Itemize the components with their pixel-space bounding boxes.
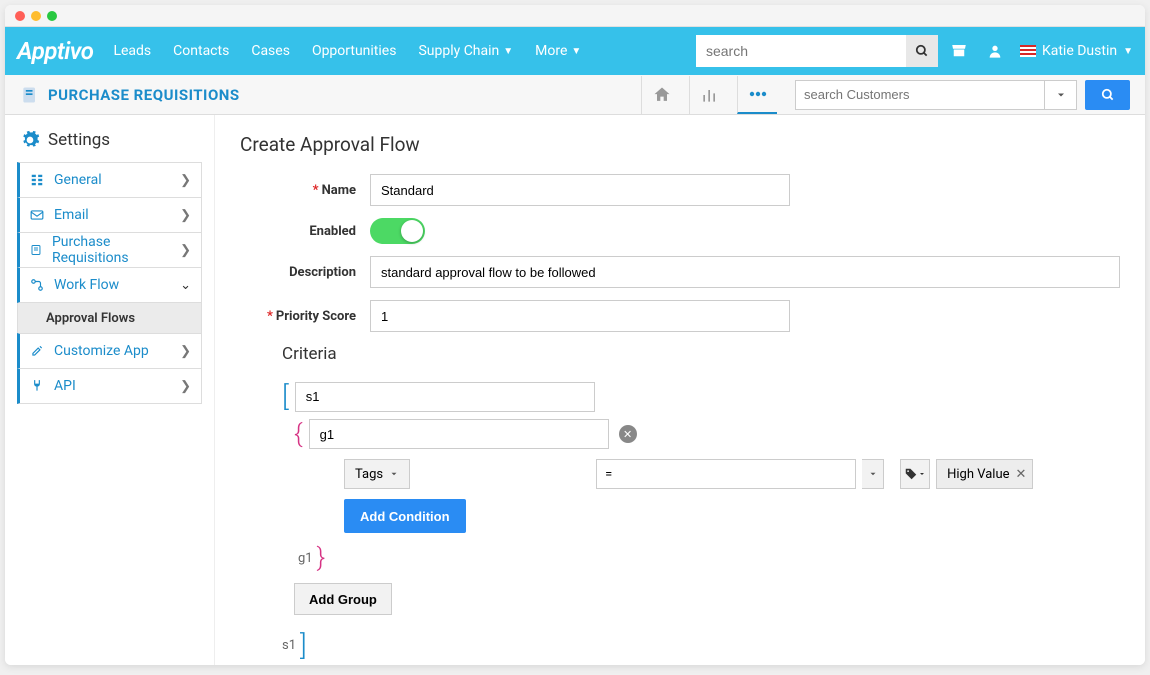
- user-flag-icon: [1020, 45, 1036, 57]
- remove-tag-button[interactable]: ✕: [1016, 467, 1027, 482]
- tag-picker-button[interactable]: [900, 459, 930, 489]
- caret-down-icon: [868, 469, 878, 479]
- chevron-right-icon: ❯: [180, 208, 191, 223]
- criteria-title: Criteria: [282, 344, 1120, 364]
- nav-cases[interactable]: Cases: [251, 43, 290, 59]
- window-close-dot[interactable]: [15, 11, 25, 21]
- name-label: *Name: [240, 183, 370, 198]
- sidebar-title: Settings: [17, 130, 202, 150]
- chevron-down-icon: [1055, 89, 1067, 101]
- app-logo[interactable]: Apptivo: [17, 37, 93, 65]
- brace-close-icon: }: [317, 543, 326, 573]
- sidebar-item-api[interactable]: API❯: [17, 368, 202, 404]
- caret-down-icon: ▼: [503, 46, 513, 57]
- tools-icon: [30, 344, 44, 358]
- sidebar-subitem-approval-flows[interactable]: Approval Flows: [17, 302, 202, 334]
- add-condition-button[interactable]: Add Condition: [344, 499, 466, 533]
- window-min-dot[interactable]: [31, 11, 41, 21]
- plug-icon: [30, 379, 44, 393]
- remove-group-button[interactable]: ✕: [619, 425, 637, 443]
- bracket-open-icon: [: [282, 380, 289, 413]
- add-group-button[interactable]: Add Group: [294, 583, 392, 615]
- sidebar-item-purchase-requisitions[interactable]: Purchase Requisitions❯: [17, 232, 202, 268]
- browser-titlebar: [5, 5, 1145, 27]
- nav-more[interactable]: More▼: [535, 43, 581, 59]
- caret-down-icon: [389, 469, 399, 479]
- tag-chip: High Value ✕: [936, 459, 1033, 489]
- enabled-toggle[interactable]: [370, 218, 425, 244]
- home-icon-button[interactable]: [641, 76, 681, 114]
- caret-down-icon: [918, 470, 926, 478]
- search-icon: [915, 44, 929, 58]
- global-search-input[interactable]: [696, 35, 906, 67]
- top-nav: Apptivo Leads Contacts Cases Opportuniti…: [5, 27, 1145, 75]
- sidebar: Settings General❯ Email❯ Purchase Requis…: [5, 115, 214, 665]
- description-label: Description: [240, 265, 370, 280]
- page-title: Create Approval Flow: [240, 133, 1120, 156]
- condition-operator-select[interactable]: =: [596, 459, 856, 489]
- content: Create Approval Flow *Name Enabled Descr…: [214, 115, 1145, 665]
- chart-icon-button[interactable]: [689, 76, 729, 114]
- caret-down-icon: ▼: [571, 46, 581, 57]
- mail-icon: [30, 208, 44, 222]
- customer-search-button[interactable]: [1085, 80, 1130, 110]
- module-icon: [20, 85, 40, 105]
- nav-opportunities[interactable]: Opportunities: [312, 43, 397, 59]
- gear-icon: [20, 130, 40, 150]
- store-icon[interactable]: [948, 40, 970, 62]
- enabled-label: Enabled: [240, 224, 370, 239]
- sidebar-item-general[interactable]: General❯: [17, 162, 202, 198]
- set-name-input[interactable]: [295, 382, 595, 412]
- grid-icon: [30, 173, 44, 187]
- chevron-right-icon: ❯: [180, 243, 191, 258]
- caret-down-icon: ▼: [1123, 46, 1133, 57]
- customer-search-input[interactable]: [795, 80, 1045, 110]
- global-search-button[interactable]: [906, 35, 938, 67]
- chevron-right-icon: ❯: [180, 344, 191, 359]
- priority-score-label: *Priority Score: [240, 309, 370, 324]
- bar-chart-icon: [700, 85, 720, 105]
- description-input[interactable]: [370, 256, 1120, 288]
- chevron-right-icon: ❯: [180, 379, 191, 394]
- group-close-label: g1}: [298, 543, 1120, 573]
- brace-open-icon: {: [294, 419, 303, 449]
- window-max-dot[interactable]: [47, 11, 57, 21]
- tag-icon: [904, 467, 918, 481]
- user-profile-icon[interactable]: [984, 40, 1006, 62]
- bracket-close-icon: ]: [300, 629, 307, 662]
- chevron-right-icon: ❯: [180, 173, 191, 188]
- doc-icon: [30, 243, 42, 257]
- home-icon: [652, 85, 672, 105]
- workflow-icon: [30, 278, 44, 292]
- sidebar-item-work-flow[interactable]: Work Flow⌄: [17, 267, 202, 303]
- operator-dropdown-toggle[interactable]: [862, 459, 884, 489]
- module-title: PURCHASE REQUISITIONS: [48, 86, 240, 104]
- sub-nav: PURCHASE REQUISITIONS: [5, 75, 1145, 115]
- nav-supply-chain[interactable]: Supply Chain▼: [418, 43, 513, 59]
- group-name-input[interactable]: [309, 419, 609, 449]
- search-icon: [1101, 88, 1115, 102]
- nav-leads[interactable]: Leads: [113, 43, 151, 59]
- user-menu[interactable]: Katie Dustin ▼: [1020, 43, 1133, 59]
- name-input[interactable]: [370, 174, 790, 206]
- sidebar-item-email[interactable]: Email❯: [17, 197, 202, 233]
- more-icon-button[interactable]: [737, 76, 777, 114]
- sidebar-item-customize-app[interactable]: Customize App❯: [17, 333, 202, 369]
- nav-contacts[interactable]: Contacts: [173, 43, 229, 59]
- set-close-label: s1]: [282, 629, 1120, 662]
- customer-search-dropdown[interactable]: [1045, 80, 1077, 110]
- priority-score-input[interactable]: [370, 300, 790, 332]
- dots-icon: [748, 90, 768, 98]
- condition-field-dropdown[interactable]: Tags: [344, 459, 410, 489]
- chevron-down-icon: ⌄: [180, 278, 191, 293]
